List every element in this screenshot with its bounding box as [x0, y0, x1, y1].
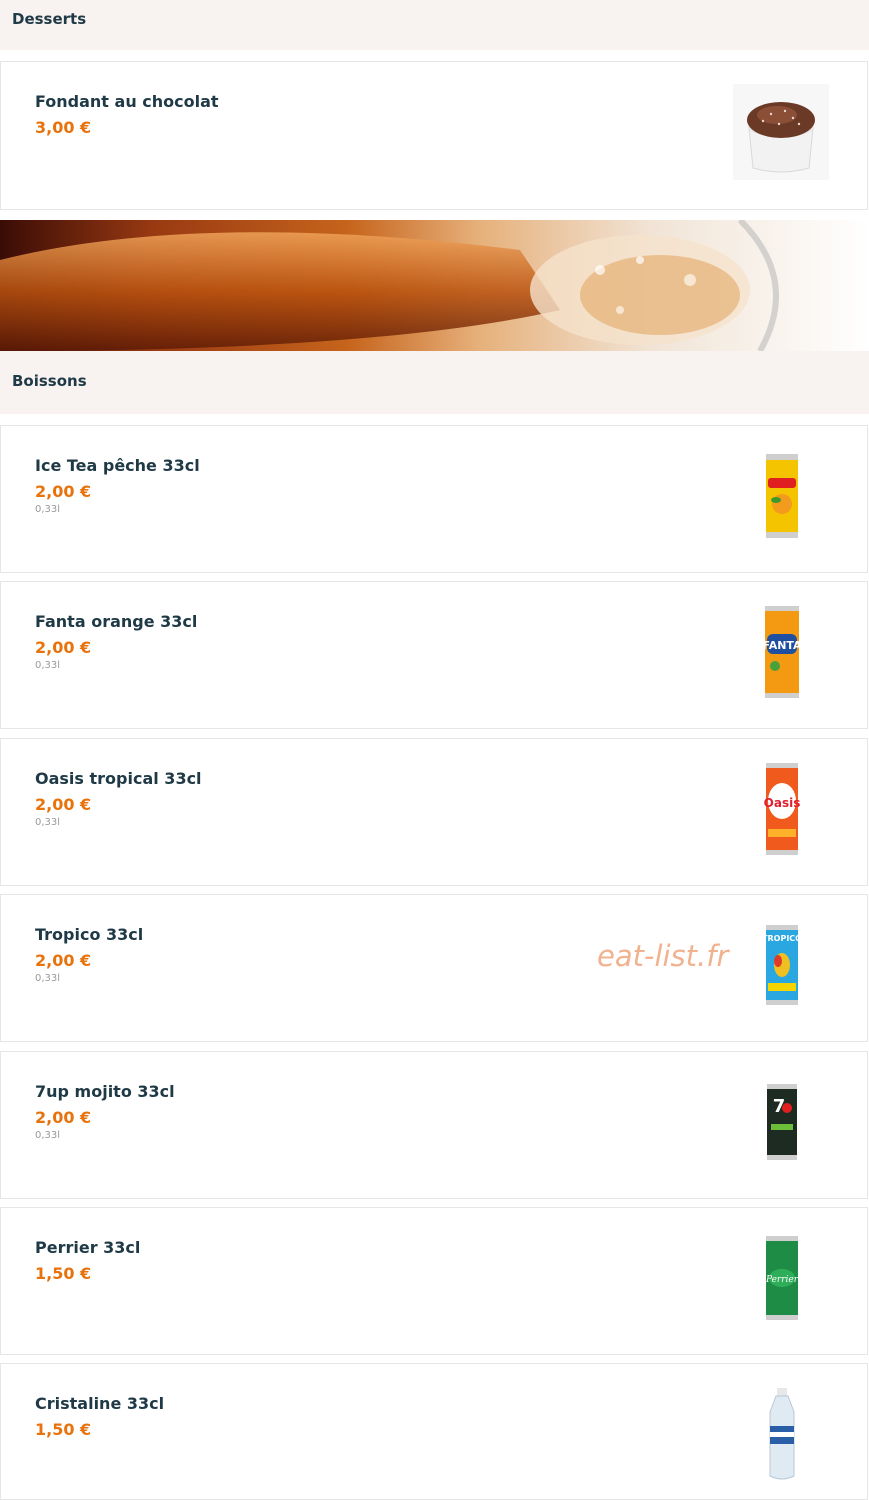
item-price: 2,00 € [35, 482, 92, 501]
menu-item-perrier[interactable]: Perrier 33cl 1,50 € Perrier [0, 1207, 868, 1355]
water-bottle-icon [769, 1388, 795, 1480]
section-title: Desserts [12, 10, 87, 28]
svg-text:Perrier: Perrier [765, 1275, 799, 1285]
item-name: Ice Tea pêche 33cl [35, 456, 200, 475]
item-price: 2,00 € [35, 795, 92, 814]
item-name: Tropico 33cl [35, 925, 144, 944]
tropico-can-icon: TROPICO [764, 925, 800, 1005]
section-header-drinks: Boissons [0, 351, 869, 414]
svg-text:Oasis: Oasis [764, 796, 800, 810]
item-name: Cristaline 33cl [35, 1394, 165, 1413]
fanta-can-icon: FANTA [763, 606, 801, 698]
item-name: 7up mojito 33cl [35, 1082, 175, 1101]
section-header-desserts: Desserts [0, 0, 869, 50]
item-price: 1,50 € [35, 1420, 92, 1439]
menu-item-fanta[interactable]: Fanta orange 33cl 2,00 € 0,33l FANTA [0, 581, 868, 729]
item-volume: 0,33l [35, 817, 61, 828]
menu-item-cristaline[interactable]: Cristaline 33cl 1,50 € [0, 1363, 868, 1500]
lipton-can-icon [766, 454, 798, 538]
item-name: Perrier 33cl [35, 1238, 141, 1257]
item-volume: 0,33l [35, 1130, 61, 1141]
7up-can-icon: 7 [767, 1084, 797, 1160]
svg-text:FANTA: FANTA [763, 639, 801, 652]
item-price: 3,00 € [35, 118, 92, 137]
item-price: 2,00 € [35, 1108, 92, 1127]
item-volume: 0,33l [35, 973, 61, 984]
item-price: 1,50 € [35, 1264, 92, 1283]
perrier-can-icon: Perrier [765, 1236, 799, 1320]
section-title: Boissons [12, 372, 87, 390]
item-name: Oasis tropical 33cl [35, 769, 202, 788]
chocolate-fondant-image [733, 84, 829, 180]
item-volume: 0,33l [35, 660, 61, 671]
item-volume: 0,33l [35, 504, 61, 515]
item-price: 2,00 € [35, 951, 92, 970]
menu-item-7up[interactable]: 7up mojito 33cl 2,00 € 0,33l 7 [0, 1051, 868, 1199]
drinks-banner-image [0, 220, 869, 351]
menu-item-oasis[interactable]: Oasis tropical 33cl 2,00 € 0,33l Oasis [0, 738, 868, 886]
oasis-can-icon: Oasis [764, 763, 800, 855]
watermark: eat-list.fr [597, 939, 729, 973]
menu-item-fondant[interactable]: Fondant au chocolat 3,00 € [0, 61, 868, 210]
item-name: Fondant au chocolat [35, 92, 219, 111]
menu-item-tropico[interactable]: Tropico 33cl 2,00 € 0,33l TROPICO eat-li… [0, 894, 868, 1042]
menu-item-ice-tea[interactable]: Ice Tea pêche 33cl 2,00 € 0,33l [0, 425, 868, 573]
svg-text:TROPICO: TROPICO [764, 934, 800, 943]
item-name: Fanta orange 33cl [35, 612, 198, 631]
item-price: 2,00 € [35, 638, 92, 657]
